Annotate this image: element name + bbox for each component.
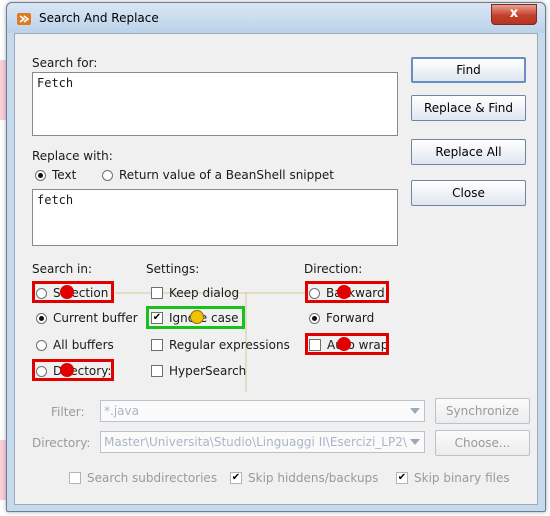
window-title: Search And Replace — [39, 11, 159, 25]
title-bar[interactable]: Search And Replace x — [7, 3, 545, 33]
skip-hiddens-label: Skip hiddens/backups — [248, 471, 379, 485]
search-for-label: Search for: — [32, 56, 98, 70]
replace-mode-beanshell-radio[interactable]: Return value of a BeanShell snippet — [102, 166, 334, 184]
replace-with-label: Replace with: — [32, 149, 113, 163]
radio-button[interactable] — [309, 312, 320, 324]
replace-all-button[interactable]: Replace All — [411, 139, 526, 165]
directory-value: Master\Universita\Studio\Linguaggi II\Es… — [104, 435, 407, 449]
direction-forward-radio[interactable]: Forward — [309, 309, 374, 327]
radio-button[interactable] — [102, 169, 113, 181]
search-subdirectories-label: Search subdirectories — [87, 471, 218, 485]
checkbox[interactable] — [151, 339, 163, 351]
filter-label: Filter: — [51, 405, 85, 419]
search-subdirectories-checkbox[interactable]: Search subdirectories — [69, 469, 217, 487]
regular-expressions-label: Regular expressions — [169, 338, 290, 352]
radio-button[interactable] — [36, 312, 47, 324]
checkbox[interactable] — [151, 365, 163, 377]
directory-combo[interactable]: Master\Universita\Studio\Linguaggi II\Es… — [100, 431, 425, 453]
keep-dialog-checkbox[interactable]: Keep dialog — [151, 284, 239, 302]
keep-dialog-label: Keep dialog — [169, 286, 240, 300]
find-button[interactable]: Find — [411, 57, 526, 83]
replace-mode-text-radio[interactable]: Text — [35, 166, 76, 184]
checkbox[interactable] — [396, 472, 408, 484]
hypersearch-checkbox[interactable]: HyperSearch — [151, 362, 246, 380]
search-in-current-buffer-label: Current buffer — [53, 311, 138, 325]
search-in-all-buffers-label: All buffers — [53, 338, 114, 352]
replace-mode-beanshell-label: Return value of a BeanShell snippet — [119, 168, 334, 182]
close-icon: x — [509, 6, 519, 21]
chevron-down-icon[interactable] — [410, 439, 420, 445]
filter-value: *.java — [104, 404, 139, 418]
checkbox[interactable] — [230, 472, 242, 484]
choose-button[interactable]: Choose... — [435, 430, 530, 456]
marker-dot — [60, 363, 74, 377]
search-for-field[interactable]: Fetch — [32, 72, 398, 136]
hypersearch-label: HyperSearch — [169, 364, 247, 378]
close-button[interactable]: Close — [411, 180, 526, 206]
marker-dot — [190, 310, 204, 324]
chevron-down-icon[interactable] — [410, 408, 420, 414]
regular-expressions-checkbox[interactable]: Regular expressions — [151, 336, 290, 354]
directory-label: Directory: — [32, 436, 91, 450]
filter-combo[interactable]: *.java — [100, 400, 425, 422]
checkbox[interactable] — [69, 472, 81, 484]
synchronize-button[interactable]: Synchronize — [435, 398, 530, 424]
dialog-content: Search for: Fetch Replace with: Text Ret… — [14, 33, 538, 505]
direction-label: Direction: — [304, 262, 363, 276]
marker-dot — [337, 337, 351, 351]
direction-forward-label: Forward — [326, 311, 375, 325]
search-in-all-buffers-radio[interactable]: All buffers — [36, 336, 114, 354]
skip-hiddens-checkbox[interactable]: Skip hiddens/backups — [230, 469, 378, 487]
radio-button[interactable] — [35, 169, 46, 181]
replace-mode-text-label: Text — [52, 168, 77, 182]
marker-dot — [337, 285, 351, 299]
search-in-current-buffer-radio[interactable]: Current buffer — [36, 309, 138, 327]
skip-binary-files-checkbox[interactable]: Skip binary files — [396, 469, 510, 487]
skip-binary-files-label: Skip binary files — [414, 471, 510, 485]
checkbox[interactable] — [151, 287, 163, 299]
search-in-label: Search in: — [32, 262, 93, 276]
marker-dot — [60, 285, 74, 299]
radio-button[interactable] — [36, 339, 47, 351]
settings-label: Settings: — [146, 262, 200, 276]
window-close-button[interactable]: x — [491, 4, 537, 25]
replace-with-field[interactable]: fetch — [32, 189, 398, 246]
search-replace-dialog: Search And Replace x Search for: Fetch R… — [6, 2, 546, 512]
jedit-app-icon — [17, 13, 31, 25]
replace-and-find-button[interactable]: Replace & Find — [411, 95, 526, 121]
